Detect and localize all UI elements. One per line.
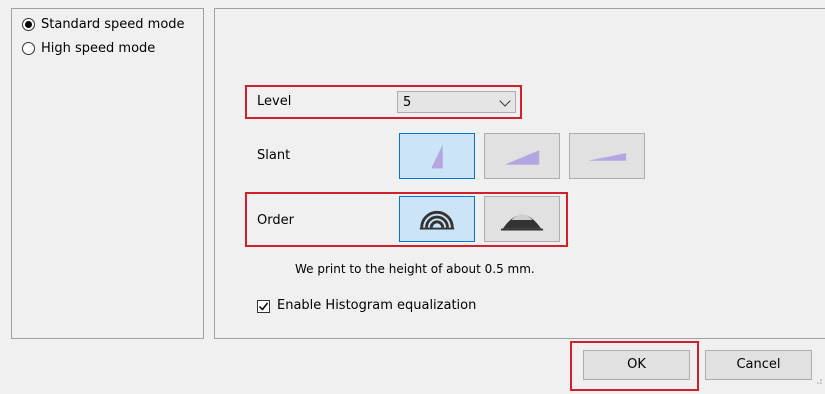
ok-button[interactable]: OK [583, 350, 690, 380]
radio-standard-speed-mode[interactable]: Standard speed mode [22, 14, 185, 34]
level-label: Level [257, 94, 292, 109]
order-mound-icon [500, 214, 544, 231]
radio-label-high: High speed mode [41, 40, 156, 56]
slant-medium-icon [504, 150, 540, 165]
slant-shallow-button[interactable] [569, 133, 645, 179]
mode-panel: Standard speed mode High speed mode [11, 8, 204, 339]
radio-button-checked[interactable] [22, 17, 35, 31]
radio-label-standard: Standard speed mode [41, 16, 185, 32]
checkmark-icon [258, 302, 269, 311]
slant-shallow-icon [587, 153, 627, 161]
level-select-value: 5 [403, 95, 412, 110]
order-concentric-arch-icon [419, 210, 455, 230]
cancel-button[interactable]: Cancel [705, 350, 812, 380]
order-mound-button[interactable] [484, 196, 560, 242]
radio-button-unchecked[interactable] [22, 41, 35, 55]
slant-medium-button[interactable] [484, 133, 560, 179]
radio-high-speed-mode[interactable]: High speed mode [22, 38, 155, 58]
histogram-checkbox[interactable] [257, 300, 270, 313]
slant-steep-button[interactable] [399, 133, 475, 179]
level-select[interactable]: 5 [397, 91, 516, 113]
order-label: Order [257, 213, 294, 228]
slant-label: Slant [257, 148, 291, 163]
chevron-down-icon [499, 95, 511, 107]
resize-grip-icon[interactable] [816, 378, 822, 384]
height-note: We print to the height of about 0.5 mm. [295, 262, 535, 276]
order-concentric-button[interactable] [399, 196, 475, 242]
print-settings-dialog: Standard speed mode High speed mode Leve… [0, 0, 825, 394]
slant-steep-icon [431, 144, 443, 169]
histogram-label: Enable Histogram equalization [277, 298, 477, 313]
